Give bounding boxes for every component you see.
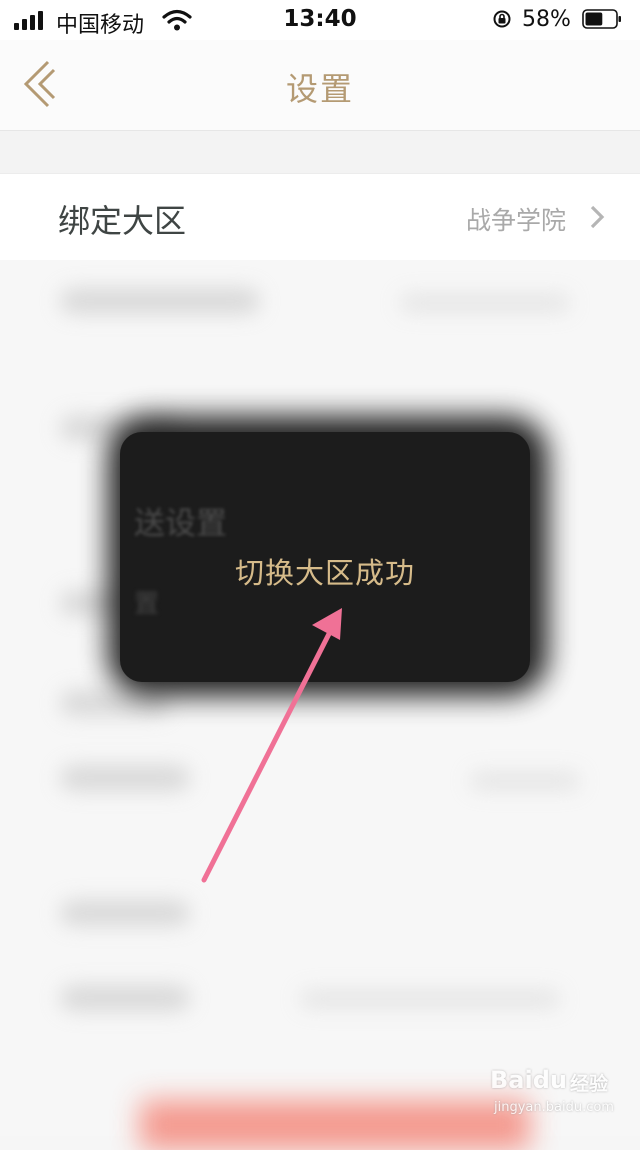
blurred-settings-list — [0, 260, 640, 1150]
logout-button-blurred — [140, 1100, 530, 1150]
toast-popup: 送设置 置 切换大区成功 — [120, 432, 530, 682]
bind-region-value: 战争学院 — [465, 206, 566, 235]
orientation-lock-icon — [493, 10, 511, 28]
watermark-brand: Baidu — [490, 1066, 567, 1094]
baidu-jingyan-watermark: Baidu 经验 jingyan.baidu.com — [486, 1066, 614, 1124]
bind-region-label: 绑定大区 — [58, 202, 187, 240]
status-bar: 中国移动 13:40 58% — [0, 0, 640, 40]
obscured-text-1: 送设置 — [134, 506, 227, 542]
toast-message: 切换大区成功 — [234, 556, 415, 590]
battery-icon — [582, 9, 621, 29]
navigation-bar: 设置 — [0, 40, 640, 131]
page-title: 设置 — [285, 70, 354, 108]
battery-percent: 58% — [522, 7, 571, 32]
chevron-right-icon — [590, 205, 605, 229]
section-gap — [0, 131, 640, 173]
watermark-url: jingyan.baidu.com — [494, 1100, 614, 1115]
bind-region-row[interactable]: 绑定大区 战争学院 — [0, 173, 640, 261]
watermark-product: 经验 — [570, 1073, 609, 1095]
